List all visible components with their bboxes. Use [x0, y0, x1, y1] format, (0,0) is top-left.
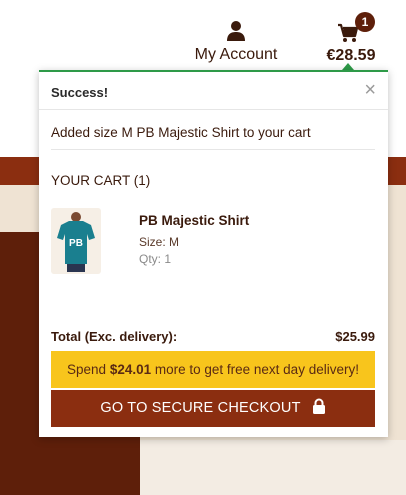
product-qty: Qty: 1: [139, 252, 172, 266]
totals-label: Total (Exc. delivery):: [51, 329, 178, 344]
cart-totals: Total (Exc. delivery): $25.99: [51, 329, 375, 347]
add-to-cart-popup: Success! × Added size M PB Majestic Shir…: [39, 70, 388, 437]
my-account-label: My Account: [194, 46, 278, 63]
promo-suffix: more to get free next day delivery!: [151, 362, 359, 377]
product-name[interactable]: PB Majestic Shirt: [139, 213, 249, 228]
close-icon[interactable]: ×: [364, 79, 376, 101]
promo-amount: $24.01: [109, 362, 152, 377]
cart-heading: YOUR CART (1): [51, 173, 151, 188]
promo-prefix: Spend: [67, 362, 110, 377]
my-account-link[interactable]: My Account: [190, 20, 282, 68]
success-message: Added size M PB Majestic Shirt to your c…: [51, 125, 311, 140]
free-delivery-banner: Spend $24.01 more to get free next day d…: [51, 351, 375, 388]
product-size: Size: M: [139, 235, 180, 249]
checkout-button[interactable]: GO TO SECURE CHECKOUT: [51, 390, 375, 427]
page-lower-panel: [140, 440, 406, 495]
product-thumbnail[interactable]: PB: [51, 208, 101, 274]
divider: [51, 149, 375, 150]
popup-header: Success! ×: [39, 72, 388, 110]
popup-title: Success!: [51, 85, 109, 100]
popup-pointer: [342, 63, 354, 70]
lock-icon: [312, 398, 325, 415]
teal-tshirt-icon: PB: [57, 212, 95, 272]
totals-value: $25.99: [335, 329, 375, 344]
cart-button[interactable]: 1 €28.59: [318, 12, 384, 68]
checkout-label: GO TO SECURE CHECKOUT: [100, 400, 301, 416]
cart-count-badge: 1: [355, 12, 375, 32]
user-icon: [227, 21, 245, 41]
cart-item[interactable]: PB PB Majestic Shirt Size: M Qty: 1: [51, 208, 375, 278]
svg-text:PB: PB: [69, 238, 83, 249]
